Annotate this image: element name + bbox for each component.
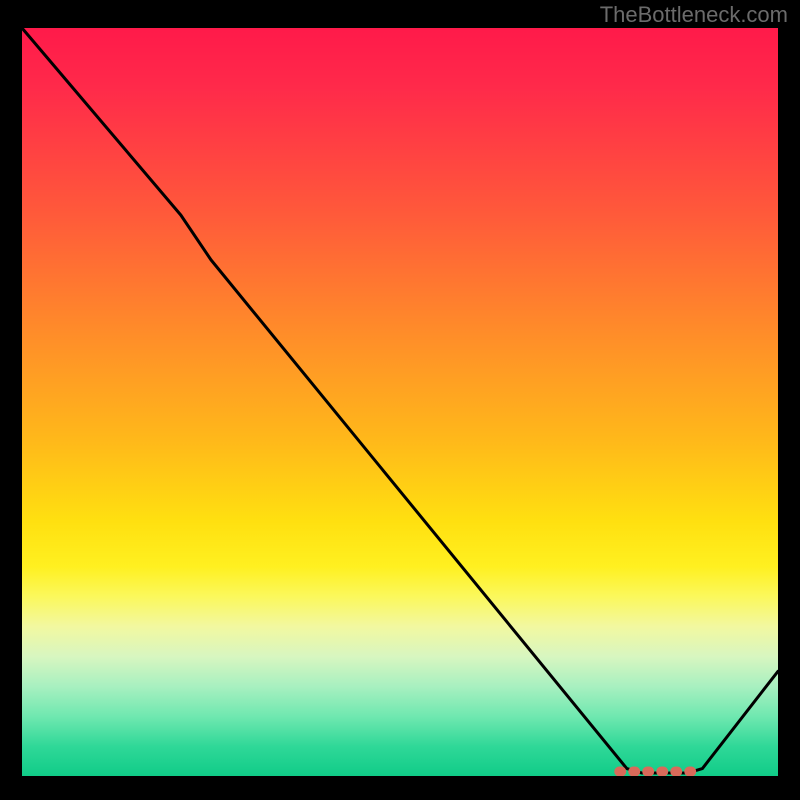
chart-line-layer bbox=[22, 28, 778, 776]
watermark-text: TheBottleneck.com bbox=[600, 2, 788, 28]
bottleneck-curve bbox=[22, 28, 778, 773]
